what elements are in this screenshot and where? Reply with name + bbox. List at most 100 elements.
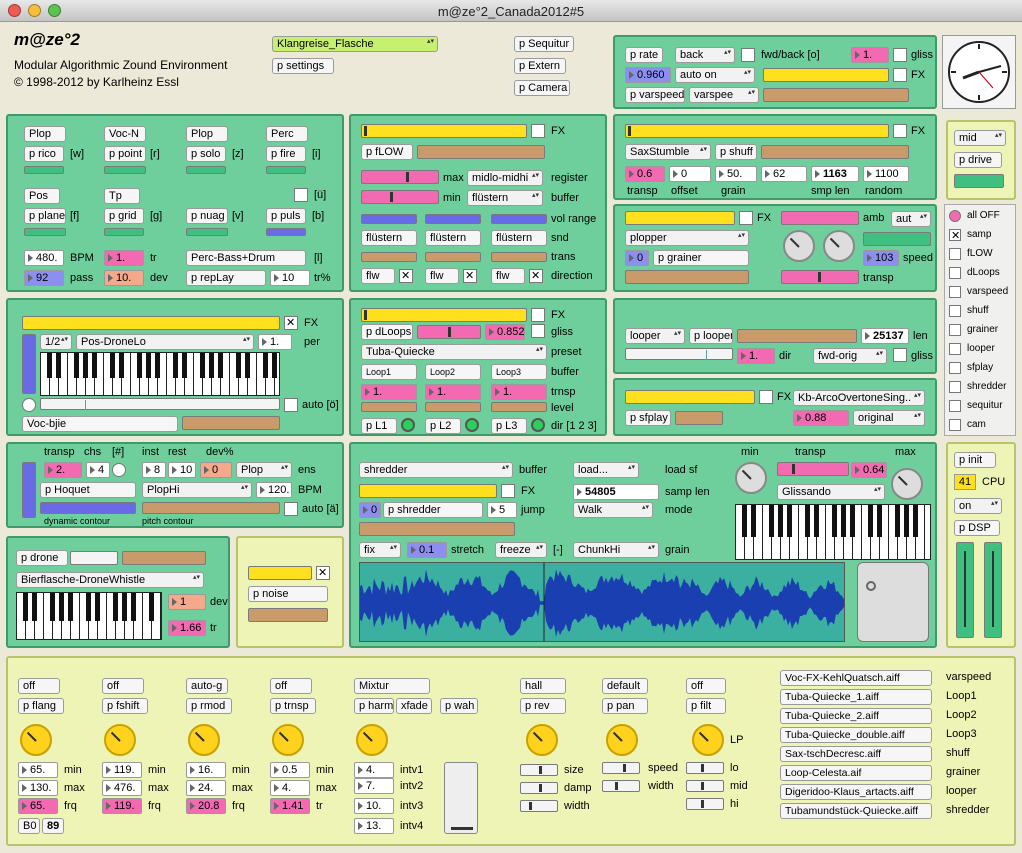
back-dropdown[interactable]: back (675, 47, 735, 63)
grainer-dial-left[interactable] (783, 230, 815, 262)
drone-dev-number[interactable]: 1 (168, 594, 206, 610)
black-key[interactable] (200, 353, 205, 379)
shuff-button[interactable]: p shuff (715, 144, 757, 160)
switch-sequitur[interactable]: sequitur (949, 399, 1015, 415)
vol3-slider[interactable] (491, 214, 547, 224)
hoq-dev-number[interactable]: 0 (200, 462, 232, 478)
pan-dropdown[interactable]: default (602, 678, 648, 694)
harm-dial[interactable] (356, 724, 388, 756)
black-key[interactable] (47, 353, 52, 379)
shuff-slider[interactable] (761, 145, 909, 159)
file-entry[interactable]: Tuba-Quiecke_1.aiff (780, 689, 932, 705)
grainer-fx-checkbox[interactable] (739, 211, 753, 225)
voc-button[interactable]: Voc-bjie (22, 416, 178, 432)
b0-button[interactable]: B0 (18, 818, 40, 834)
wah-vslider[interactable] (444, 762, 478, 834)
shredder-xy-pad[interactable] (857, 562, 929, 642)
ensemble-button[interactable]: Perc-Bass+Drum (186, 250, 306, 266)
freeze-dropdown[interactable]: freeze (495, 542, 547, 558)
intv2-number[interactable]: 7. (354, 778, 394, 794)
fx0-max-number[interactable]: 130. (18, 780, 58, 796)
black-key[interactable] (787, 505, 792, 538)
hoq-vslider[interactable] (22, 462, 36, 518)
flw3-button[interactable]: flw (491, 268, 525, 284)
solo-button[interactable]: p solo (186, 146, 226, 162)
snd1-button[interactable]: flüstern (361, 230, 417, 246)
hoq-inst-number[interactable]: 8 (142, 462, 166, 478)
volume-right-slider[interactable] (984, 542, 1002, 638)
switch-checkbox[interactable] (949, 324, 961, 336)
black-key[interactable] (56, 353, 61, 379)
speed-number[interactable]: 103 (863, 250, 899, 266)
varspeed-button[interactable]: p varspeed (625, 87, 685, 103)
pl1-button[interactable]: p L1 (361, 418, 397, 434)
black-key[interactable] (245, 353, 250, 379)
trans2-slider[interactable] (425, 252, 481, 262)
dloops-gliss-number[interactable]: 0.852 (485, 324, 525, 340)
trnsp3-number[interactable]: 1. (491, 384, 547, 400)
sfplay-button[interactable]: p sfplay (625, 410, 671, 426)
dloops-gliss-checkbox[interactable] (531, 324, 545, 338)
switch-looper[interactable]: looper (949, 342, 1015, 358)
looper-dir-number[interactable]: 1. (737, 348, 775, 364)
black-key[interactable] (904, 505, 909, 538)
damp-slider[interactable] (520, 782, 558, 794)
sfplay-slider[interactable] (675, 411, 723, 425)
shred-max-dial[interactable] (891, 468, 923, 500)
all-off-radio[interactable] (949, 210, 961, 222)
pan-speed-slider[interactable] (602, 762, 640, 774)
dsp-button[interactable]: p DSP (954, 520, 1000, 536)
posdrone-keyboard[interactable] (40, 352, 280, 396)
looper-len-number[interactable]: 25137 (861, 328, 909, 344)
tr-number[interactable]: 1. (104, 250, 144, 266)
fix-dropdown[interactable]: fix (359, 542, 401, 558)
sfplay-fx-checkbox[interactable] (759, 390, 773, 404)
trnsp2-number[interactable]: 1. (425, 384, 481, 400)
switch-shuff[interactable]: shuff (949, 304, 1015, 320)
black-key[interactable] (868, 505, 873, 538)
grainer-button[interactable]: p grainer (653, 250, 749, 266)
drone-keyboard[interactable] (16, 592, 162, 640)
sfplay-preset-dropdown[interactable]: Kb-ArcoOvertoneSing.. (793, 390, 925, 406)
fx3-min-number[interactable]: 0.5 (270, 762, 310, 778)
loop1-button[interactable]: Loop1 (361, 364, 417, 380)
gen-tp-button[interactable]: Tp (104, 188, 140, 204)
black-key[interactable] (50, 593, 55, 621)
loadsf-dropdown[interactable]: load... (573, 462, 639, 478)
init-button[interactable]: p init (954, 452, 996, 468)
hoq-rest-number[interactable]: 10 (168, 462, 196, 478)
fx1-dial[interactable] (104, 724, 136, 756)
fx1-max-number[interactable]: 476. (102, 780, 142, 796)
dynamic-contour-slider[interactable] (40, 502, 136, 514)
switch-checkbox[interactable] (949, 305, 961, 317)
looper-dropdown[interactable]: looper (625, 328, 685, 344)
dloops-preset-dropdown[interactable]: Tuba-Quiecke (361, 344, 547, 360)
rico-button[interactable]: p rico (24, 146, 64, 162)
flw1-checkbox[interactable] (399, 269, 413, 283)
hi-slider[interactable] (686, 798, 724, 810)
switch-grainer[interactable]: grainer (949, 323, 1015, 339)
shredder-fx-slider[interactable] (359, 484, 497, 498)
black-key[interactable] (895, 505, 900, 538)
gen-plop-button[interactable]: Plop (24, 126, 66, 142)
fx0-frq-number[interactable]: 65. (18, 798, 58, 814)
sax-random-number[interactable]: 1100 (863, 166, 909, 182)
posdrone-radio[interactable] (22, 398, 36, 412)
hoq-pc-dropdown[interactable]: PlopHi (142, 482, 252, 498)
noise-fx-checkbox[interactable] (316, 566, 330, 580)
pl2-button[interactable]: p L2 (425, 418, 461, 434)
volume-left-slider[interactable] (956, 542, 974, 638)
gliss-checkbox[interactable] (893, 48, 907, 62)
sequitur-button[interactable]: p Sequitur (514, 36, 574, 52)
noise-fx-slider[interactable] (248, 566, 312, 580)
mode-dropdown[interactable]: Walk (573, 502, 653, 518)
drone-tan-slider[interactable] (122, 551, 206, 565)
file-entry[interactable]: Tubamundstück-Quiecke.aiff (780, 803, 932, 819)
fx2-min-number[interactable]: 16. (186, 762, 226, 778)
switch-shredder[interactable]: shredder (949, 380, 1015, 396)
xy-pad-handle[interactable] (866, 581, 876, 591)
wah-button[interactable]: p wah (440, 698, 478, 714)
switch-checkbox[interactable] (949, 362, 961, 374)
nuag-button[interactable]: p nuag (186, 208, 228, 224)
rev-width-slider[interactable] (520, 800, 558, 812)
